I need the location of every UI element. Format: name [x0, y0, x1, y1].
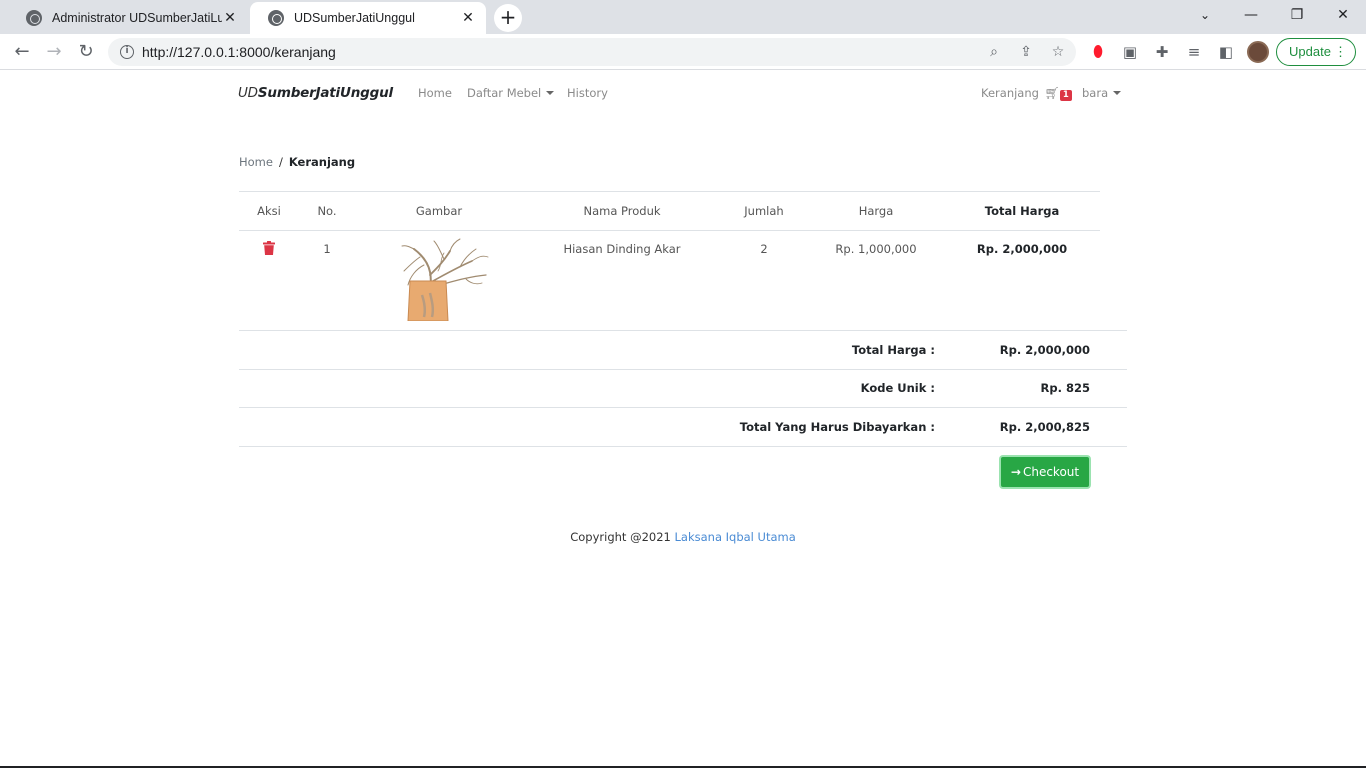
product-image [401, 238, 489, 321]
product-qty: 2 [760, 242, 768, 256]
caret-down-icon [546, 91, 555, 95]
nav-home[interactable]: Home [418, 86, 452, 100]
tab-strip: Administrator UDSumberJatiLuhur ✕ UDSumb… [0, 0, 1366, 34]
tab-close-icon[interactable]: ✕ [222, 10, 238, 26]
puzzle-icon[interactable]: ✚ [1152, 42, 1172, 62]
back-icon[interactable]: ← [9, 39, 35, 65]
header-harga: Harga [858, 204, 894, 218]
sidepanel-icon[interactable]: ◧ [1216, 42, 1236, 62]
nav-history[interactable]: History [567, 86, 608, 100]
user-dropdown[interactable]: bara [1082, 86, 1122, 100]
total-harga-value: Rp. 2,000,000 [999, 343, 1090, 357]
globe-icon [268, 10, 284, 26]
header-gambar: Gambar [415, 204, 463, 218]
globe-icon [26, 10, 42, 26]
profile-avatar[interactable] [1247, 41, 1269, 63]
tab-title: UDSumberJatiUnggul [294, 11, 415, 25]
breadcrumb-home[interactable]: Home [239, 155, 273, 169]
footer: Copyright @2021 Laksana Iqbal Utama [0, 530, 1366, 544]
product-name: Hiasan Dinding Akar [563, 242, 681, 256]
breadcrumb-separator: / [278, 155, 283, 169]
browser-toolbar: ← → ↻ i http://127.0.0.1:8000/keranjang … [0, 34, 1366, 70]
page-content: UDSumberJatiUnggul Home Daftar Mebel His… [0, 71, 1366, 766]
trash-icon[interactable] [263, 241, 275, 255]
arrow-right-icon: → [1010, 465, 1021, 479]
tab-udsumberjatiunggul[interactable]: UDSumberJatiUnggul ✕ [250, 2, 486, 34]
tab-close-icon[interactable]: ✕ [460, 10, 476, 26]
product-price: Rp. 1,000,000 [835, 242, 917, 256]
cart-icon: 🛒︎ [1044, 86, 1060, 100]
star-icon[interactable]: ☆ [1048, 42, 1068, 62]
tab-administrator[interactable]: Administrator UDSumberJatiLuhur ✕ [8, 2, 248, 34]
tab-search-icon[interactable]: ⌄ [1182, 0, 1228, 30]
total-harga-label: Total Harga : [851, 343, 935, 357]
header-jumlah: Jumlah [744, 204, 784, 218]
summary-divider-3 [239, 407, 1127, 408]
cart-label: Keranjang [981, 86, 1039, 100]
summary-divider-4 [239, 446, 1127, 447]
checkout-label: Checkout [1022, 465, 1080, 479]
kode-unik-value: Rp. 825 [1040, 381, 1090, 395]
zoom-icon[interactable]: ⌕ [984, 42, 1004, 62]
grand-total-value: Rp. 2,000,825 [999, 420, 1090, 434]
header-total-harga: Total Harga [984, 204, 1060, 218]
row-number: 1 [323, 242, 331, 256]
grand-total-label: Total Yang Harus Dibayarkan : [739, 420, 935, 434]
reload-icon[interactable]: ↻ [73, 39, 99, 65]
footer-author-link[interactable]: Laksana Iqbal Utama [675, 530, 796, 544]
minimize-button[interactable]: — [1228, 0, 1274, 30]
nav-daftar-mebel[interactable]: Daftar Mebel [467, 86, 555, 100]
info-icon[interactable]: i [120, 45, 134, 59]
summary-divider-1 [239, 330, 1127, 331]
table-top-divider [239, 191, 1100, 192]
nav-cart[interactable]: Keranjang 🛒︎ 1 [981, 86, 1072, 101]
share-icon[interactable]: ⇪ [1016, 42, 1036, 62]
header-nama-produk: Nama Produk [583, 204, 661, 218]
opera-icon[interactable]: ⬮ [1088, 42, 1108, 62]
breadcrumb-current: Keranjang [288, 155, 356, 169]
brand-prefix: UD [238, 85, 258, 101]
header-no: No. [317, 204, 337, 218]
tab-title: Administrator UDSumberJatiLuhur [52, 11, 222, 25]
footer-copyright: Copyright @2021 [570, 530, 671, 544]
cart-count-badge: 1 [1059, 90, 1072, 101]
summary-divider-2 [239, 369, 1127, 370]
kode-unik-label: Kode Unik : [860, 381, 935, 395]
url-text: http://127.0.0.1:8000/keranjang [142, 44, 336, 60]
address-bar[interactable]: i http://127.0.0.1:8000/keranjang ⌕ ⇪ ☆ [108, 38, 1076, 66]
brand-name: SumberJatiUnggul [257, 85, 393, 101]
checkout-button[interactable]: → Checkout [999, 455, 1091, 489]
menu-icon[interactable]: ⋮ [1334, 39, 1347, 65]
breadcrumb: Home / Keranjang [239, 155, 355, 169]
header-aksi: Aksi [257, 204, 281, 218]
close-window-button[interactable]: ✕ [1320, 0, 1366, 30]
product-total: Rp. 2,000,000 [976, 242, 1068, 256]
restore-button[interactable]: ❐ [1274, 0, 1320, 30]
table-header-divider [239, 230, 1100, 231]
media-icon[interactable]: ≡ [1184, 42, 1204, 62]
caret-down-icon [1113, 91, 1122, 95]
nav-daftar-mebel-label: Daftar Mebel [467, 86, 542, 100]
update-label: Update [1289, 44, 1331, 59]
new-tab-button[interactable]: + [494, 4, 522, 32]
brand-logo[interactable]: UDSumberJatiUnggul [238, 85, 393, 101]
extension-icon[interactable]: ▣ [1120, 42, 1140, 62]
forward-icon[interactable]: → [41, 39, 67, 65]
user-name: bara [1082, 86, 1109, 100]
update-button[interactable]: Update ⋮ [1276, 38, 1356, 66]
